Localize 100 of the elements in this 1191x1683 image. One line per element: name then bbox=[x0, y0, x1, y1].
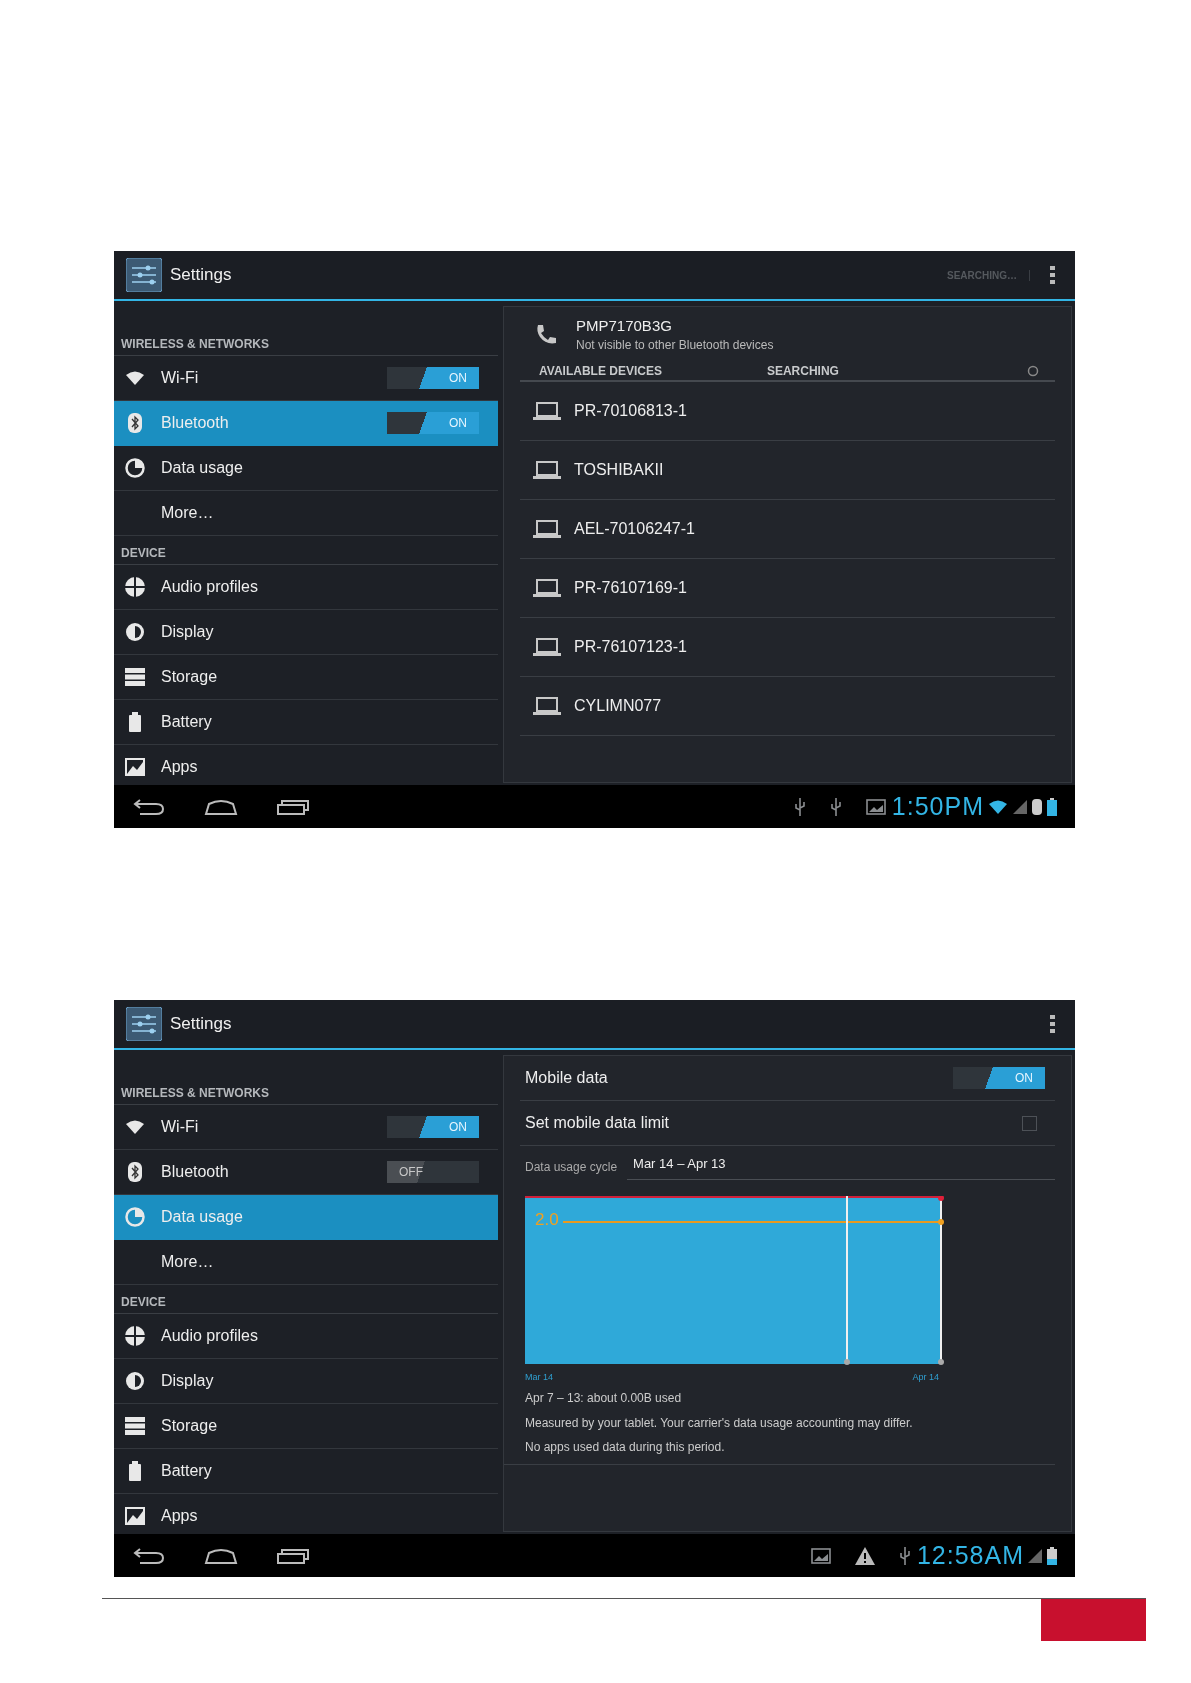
back-icon bbox=[132, 797, 166, 816]
wifi-icon bbox=[988, 798, 1008, 815]
bluetooth-icon bbox=[1032, 798, 1042, 815]
settings-item[interactable]: Audio profiles bbox=[114, 1314, 498, 1359]
battery-icon bbox=[1047, 1546, 1057, 1565]
item-label: Bluetooth bbox=[161, 1163, 229, 1181]
device-item[interactable]: PR-76107169-1 bbox=[520, 559, 1055, 618]
search-status: SEARCHING… bbox=[947, 269, 1030, 281]
item-label: More… bbox=[161, 504, 214, 522]
item-label: More… bbox=[161, 1253, 214, 1271]
section-header: DEVICE bbox=[114, 1285, 498, 1314]
item-label: Display bbox=[161, 623, 214, 641]
settings-app-icon bbox=[126, 258, 162, 292]
brightness-icon bbox=[125, 622, 145, 642]
toggle-switch[interactable]: OFF bbox=[387, 1161, 479, 1183]
item-label: Data usage bbox=[161, 459, 243, 477]
app-title: Settings bbox=[170, 265, 232, 285]
wifi-icon bbox=[125, 1119, 145, 1135]
settings-item[interactable]: Display bbox=[114, 1359, 498, 1404]
item-label: Display bbox=[161, 1372, 214, 1390]
usb-icon bbox=[793, 797, 806, 816]
pref-label: Mobile data bbox=[525, 1069, 608, 1087]
clock-time: 1:50PM bbox=[891, 792, 984, 821]
item-label: Battery bbox=[161, 713, 212, 731]
settings-item[interactable]: Display bbox=[114, 610, 498, 655]
device-item[interactable]: PR-70106813-1 bbox=[520, 382, 1055, 441]
back-button[interactable] bbox=[132, 1546, 166, 1565]
warning-value: 2.0 bbox=[535, 1210, 559, 1230]
axis-label: Apr 14 bbox=[912, 1372, 939, 1382]
settings-item[interactable]: Storage bbox=[114, 1404, 498, 1449]
audio-profiles-icon bbox=[125, 1326, 145, 1346]
home-icon bbox=[204, 1546, 238, 1565]
brightness-icon bbox=[125, 1371, 145, 1391]
laptop-icon bbox=[533, 697, 561, 715]
recent-apps-button[interactable] bbox=[276, 797, 310, 816]
settings-item[interactable]: Wi-Fi ON bbox=[114, 1105, 498, 1150]
device-label: PR-76107169-1 bbox=[574, 579, 687, 597]
usb-icon bbox=[829, 797, 842, 816]
recent-apps-button[interactable] bbox=[276, 1546, 310, 1565]
item-label: Audio profiles bbox=[161, 1327, 258, 1345]
device-label: PR-70106813-1 bbox=[574, 402, 687, 420]
picture-icon bbox=[125, 757, 145, 777]
signal-icon bbox=[1013, 799, 1027, 814]
picture-icon bbox=[865, 798, 886, 815]
item-label: Battery bbox=[161, 1462, 212, 1480]
settings-item[interactable]: Storage bbox=[114, 655, 498, 700]
settings-item[interactable]: More… bbox=[114, 1240, 498, 1285]
picture-icon bbox=[810, 1547, 831, 1564]
back-icon bbox=[132, 1546, 166, 1565]
item-label: Apps bbox=[161, 1507, 198, 1525]
section-header: DEVICE bbox=[114, 536, 498, 565]
visibility-status: Not visible to other Bluetooth devices bbox=[576, 338, 774, 352]
item-label: Apps bbox=[161, 758, 198, 776]
overflow-menu-icon bbox=[1050, 1015, 1055, 1033]
settings-item[interactable]: Data usage bbox=[114, 446, 498, 491]
home-button[interactable] bbox=[204, 1546, 238, 1565]
app-title: Settings bbox=[170, 1014, 232, 1034]
item-label: Wi-Fi bbox=[161, 369, 199, 387]
battery-icon bbox=[1047, 797, 1057, 816]
laptop-icon bbox=[533, 461, 561, 479]
device-label: PR-76107123-1 bbox=[574, 638, 687, 656]
bluetooth-icon bbox=[128, 1162, 142, 1182]
device-item[interactable]: TOSHIBAKII bbox=[520, 441, 1055, 500]
device-label: AEL-70106247-1 bbox=[574, 520, 695, 538]
recent-apps-icon bbox=[276, 797, 310, 816]
usage-note: Apr 7 – 13: about 0.00B used bbox=[525, 1390, 683, 1407]
pie-chart-icon bbox=[125, 458, 145, 478]
item-label: Data usage bbox=[161, 1208, 243, 1226]
section-header: WIRELESS & NETWORKS bbox=[114, 301, 498, 356]
usage-note: No apps used data during this period. bbox=[525, 1439, 726, 1456]
device-item[interactable]: CYLIMN077 bbox=[520, 677, 1055, 736]
checkbox[interactable] bbox=[1022, 1115, 1037, 1131]
list-status: SEARCHING bbox=[766, 364, 839, 378]
device-item[interactable]: AEL-70106247-1 bbox=[520, 500, 1055, 559]
overflow-menu-button[interactable] bbox=[1050, 1015, 1055, 1033]
device-label: TOSHIBAKII bbox=[574, 461, 664, 479]
settings-item[interactable]: Battery bbox=[114, 700, 498, 745]
device-label: CYLIMN077 bbox=[574, 697, 662, 715]
cycle-label: Data usage cycle bbox=[525, 1160, 618, 1176]
overflow-menu-button[interactable] bbox=[1050, 266, 1055, 284]
settings-app-icon bbox=[126, 1007, 162, 1041]
settings-item[interactable]: Battery bbox=[114, 1449, 498, 1494]
storage-icon bbox=[125, 668, 145, 686]
axis-label: Mar 14 bbox=[525, 1372, 553, 1382]
back-button[interactable] bbox=[132, 797, 166, 816]
cycle-dropdown[interactable]: Mar 14 – Apr 13 bbox=[627, 1156, 1055, 1180]
section-header: WIRELESS & NETWORKS bbox=[114, 1050, 498, 1105]
home-button[interactable] bbox=[204, 797, 238, 816]
device-item[interactable]: PR-76107123-1 bbox=[520, 618, 1055, 677]
item-label: Storage bbox=[161, 668, 218, 686]
signal-icon bbox=[1028, 1548, 1042, 1563]
settings-item[interactable]: More… bbox=[114, 491, 498, 536]
wifi-icon bbox=[125, 370, 145, 386]
device-name: PMP7170B3G bbox=[576, 317, 673, 334]
home-icon bbox=[204, 797, 238, 816]
settings-item[interactable]: Audio profiles bbox=[114, 565, 498, 610]
item-label: Bluetooth bbox=[161, 414, 229, 432]
picture-icon bbox=[125, 1506, 145, 1526]
pie-chart-icon bbox=[125, 1207, 145, 1227]
battery-icon bbox=[129, 712, 141, 732]
